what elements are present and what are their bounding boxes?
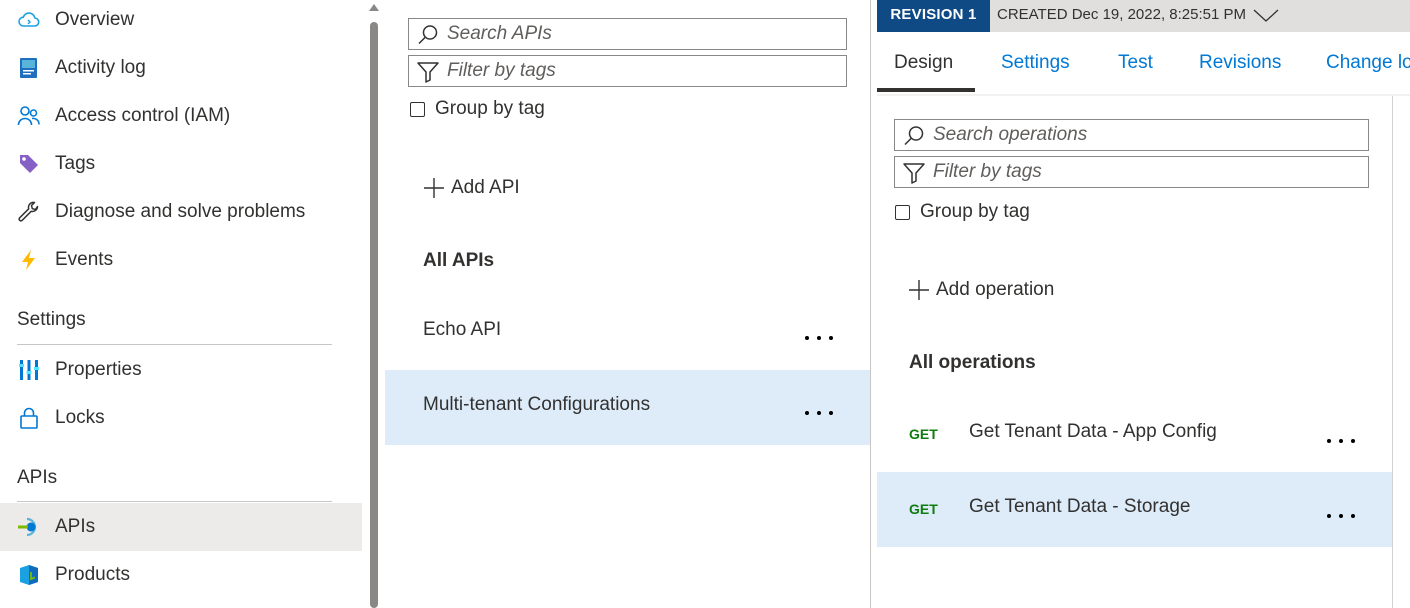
sidebar-item-label: Diagnose and solve problems [55, 201, 306, 222]
people-icon [17, 106, 40, 126]
sidebar-item-activity-log[interactable]: Activity log [0, 44, 362, 92]
operations-group-by-tag[interactable]: Group by tag [895, 201, 1030, 223]
sidebar-item-label: Overview [55, 9, 135, 30]
sidebar-item-events[interactable]: Events [0, 236, 362, 284]
revision-created-text: CREATED Dec 19, 2022, 8:25:51 PM [997, 6, 1247, 23]
search-icon [904, 126, 924, 146]
resource-sidebar: Overview Activity log Access control (IA… [0, 0, 368, 608]
group-by-tag-label: Group by tag [435, 98, 545, 119]
tab-change-log[interactable]: Change lo [1326, 32, 1410, 94]
api-group-by-tag[interactable]: Group by tag [410, 98, 545, 120]
revision-badge: REVISION 1 [877, 0, 990, 32]
section-header-apis: APIs [17, 467, 58, 488]
section-header-settings: Settings [17, 309, 86, 330]
operation-name: Get Tenant Data - App Config [969, 421, 1217, 442]
group-by-tag-checkbox[interactable] [410, 101, 425, 117]
tag-icon [20, 155, 38, 173]
sidebar-item-label: Locks [55, 407, 105, 428]
products-icon [20, 565, 38, 585]
sidebar-item-overview[interactable]: Overview [0, 0, 362, 44]
add-operation-label: Add operation [936, 279, 1055, 300]
operations-search-box[interactable] [894, 119, 1369, 151]
sidebar-item-apis[interactable]: APIs [0, 503, 362, 551]
scroll-up-arrow-icon[interactable] [368, 2, 380, 12]
chevron-down-icon[interactable] [1253, 6, 1279, 24]
sidebar-item-label: Properties [55, 359, 142, 380]
http-verb-badge: GET [909, 501, 938, 517]
activity-log-icon [20, 58, 37, 78]
sidebar-item-diagnose[interactable]: Diagnose and solve problems [0, 188, 362, 236]
more-options-icon[interactable] [1327, 513, 1355, 519]
api-list-item-echo[interactable]: Echo API [385, 295, 870, 370]
sidebar-item-products[interactable]: Products [0, 551, 362, 599]
lightning-icon [22, 250, 35, 270]
operations-filter-input[interactable] [933, 157, 1362, 187]
properties-icon [19, 360, 39, 380]
tab-revisions[interactable]: Revisions [1199, 32, 1281, 94]
operations-panel-border [1392, 96, 1393, 608]
operations-filter-box[interactable] [894, 156, 1369, 188]
sidebar-scrollbar-thumb[interactable] [370, 22, 378, 608]
search-icon [418, 25, 438, 45]
operation-name: Get Tenant Data - Storage [969, 496, 1191, 517]
api-filter-box[interactable] [408, 55, 847, 87]
api-list-panel: Group by tag Add API All APIs Echo API M… [385, 0, 870, 608]
tab-design[interactable]: Design [894, 32, 953, 94]
sidebar-item-label: Activity log [55, 57, 146, 78]
add-operation-button[interactable]: Add operation [908, 279, 1054, 301]
operation-item-storage[interactable]: GET Get Tenant Data - Storage [877, 472, 1392, 547]
api-icon [18, 517, 37, 537]
wrench-icon [18, 201, 39, 222]
sidebar-item-label: Events [55, 249, 114, 270]
group-by-tag-checkbox[interactable] [895, 204, 910, 220]
tab-test[interactable]: Test [1118, 32, 1153, 94]
lock-icon [20, 407, 38, 429]
plus-icon [909, 280, 929, 300]
api-search-input[interactable] [447, 19, 840, 49]
more-options-icon[interactable] [1327, 438, 1355, 444]
sidebar-item-label: Tags [55, 153, 96, 174]
all-apis-header: All APIs [423, 250, 495, 271]
sidebar-item-locks[interactable]: Locks [0, 394, 362, 442]
api-search-box[interactable] [408, 18, 847, 50]
plus-icon [424, 178, 444, 198]
api-filter-input[interactable] [447, 56, 840, 86]
sidebar-item-label: APIs [55, 516, 96, 537]
http-verb-badge: GET [909, 426, 938, 442]
more-options-icon[interactable] [805, 335, 833, 341]
sidebar-item-tags[interactable]: Tags [0, 140, 362, 188]
more-options-icon[interactable] [805, 410, 833, 416]
tab-settings[interactable]: Settings [1001, 32, 1070, 94]
filter-icon [903, 163, 925, 184]
api-name: Multi-tenant Configurations [423, 394, 651, 415]
filter-icon [417, 62, 439, 83]
api-name: Echo API [423, 319, 502, 340]
add-api-label: Add API [451, 177, 520, 198]
operations-search-input[interactable] [933, 120, 1362, 150]
active-tab-indicator [877, 88, 975, 92]
cloud-icon [18, 12, 40, 27]
api-list-item-multi-tenant[interactable]: Multi-tenant Configurations [385, 370, 870, 445]
section-divider [17, 501, 332, 502]
add-api-button[interactable]: Add API [423, 177, 520, 199]
panel-divider [870, 0, 871, 608]
all-operations-header: All operations [909, 352, 1036, 373]
sidebar-item-properties[interactable]: Properties [0, 346, 362, 394]
sidebar-item-access-control[interactable]: Access control (IAM) [0, 92, 362, 140]
group-by-tag-label: Group by tag [920, 201, 1030, 222]
section-divider [17, 344, 332, 345]
sidebar-item-label: Access control (IAM) [55, 105, 231, 126]
sidebar-item-label: Products [55, 564, 130, 585]
operation-item-app-config[interactable]: GET Get Tenant Data - App Config [877, 397, 1392, 472]
